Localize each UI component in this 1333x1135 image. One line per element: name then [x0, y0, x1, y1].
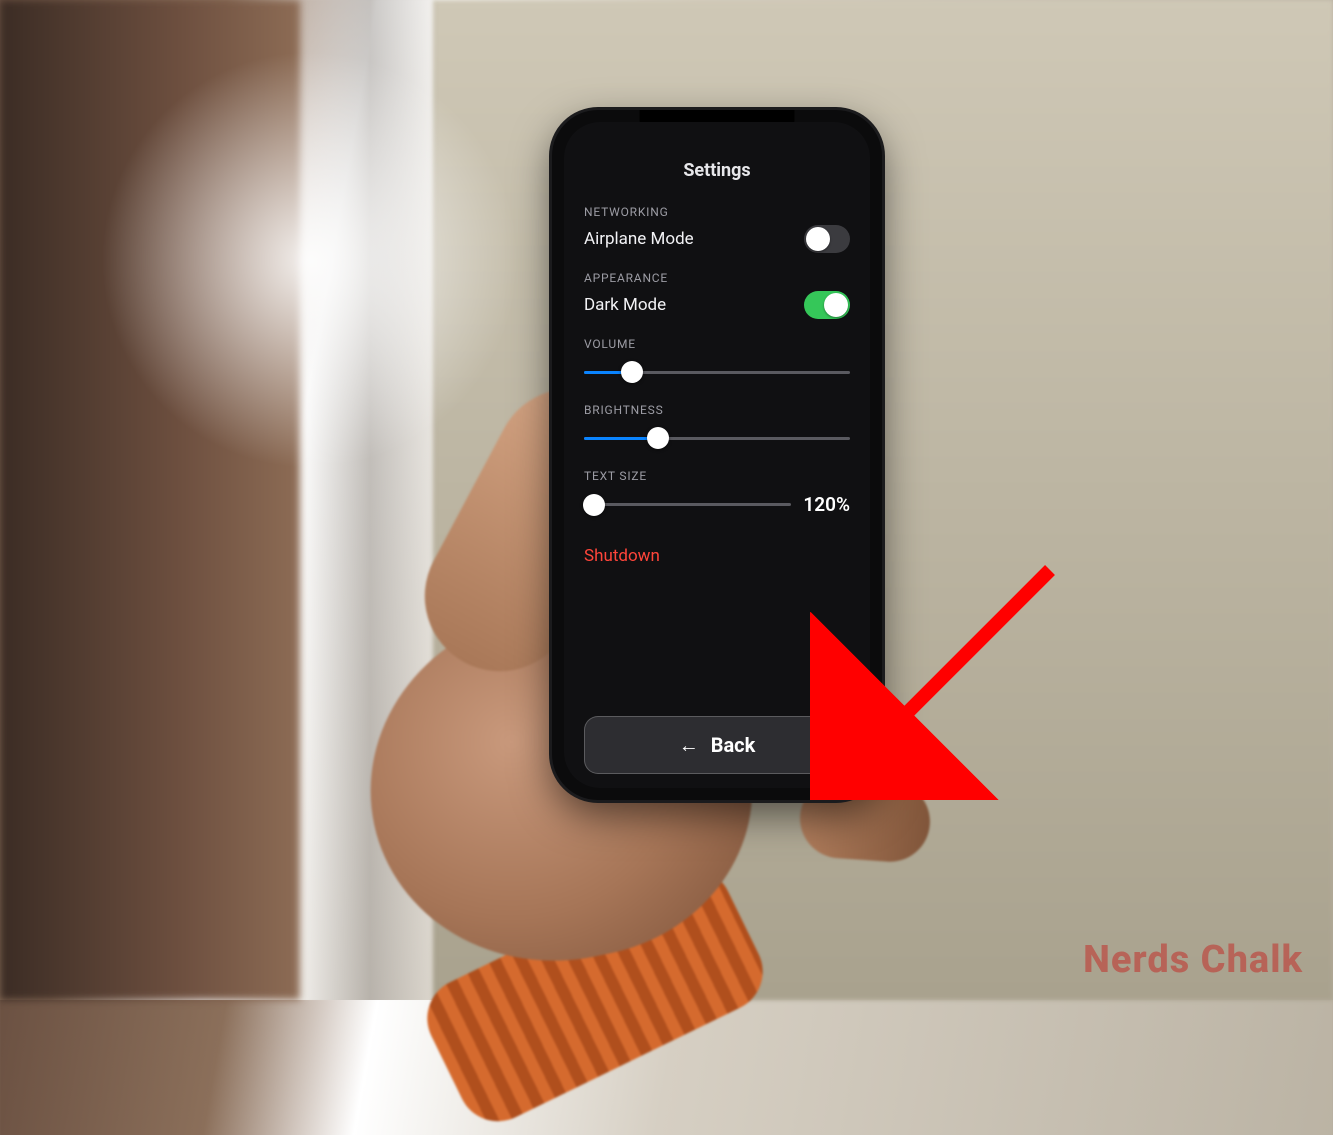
page-title: Settings — [584, 160, 850, 181]
brightness-slider[interactable] — [584, 427, 850, 449]
row-airplane-mode: Airplane Mode — [584, 225, 850, 253]
section-brightness-label: BRIGHTNESS — [584, 403, 850, 417]
watermark-text: Nerds Chalk — [1083, 938, 1303, 982]
row-text-size: 120% — [584, 493, 850, 516]
dark-mode-label: Dark Mode — [584, 295, 666, 315]
row-dark-mode: Dark Mode — [584, 291, 850, 319]
arrow-left-icon: ← — [679, 735, 699, 755]
brightness-slider-thumb[interactable] — [647, 427, 669, 449]
airplane-mode-label: Airplane Mode — [584, 229, 694, 249]
volume-slider-thumb[interactable] — [621, 361, 643, 383]
textsize-slider-thumb[interactable] — [583, 494, 605, 516]
section-textsize-label: TEXT SIZE — [584, 469, 850, 483]
dark-mode-toggle[interactable] — [804, 291, 850, 319]
textsize-value: 120% — [803, 493, 850, 516]
annotation-arrow — [810, 560, 1070, 800]
textsize-slider[interactable] — [584, 494, 791, 516]
volume-slider[interactable] — [584, 361, 850, 383]
section-volume-label: VOLUME — [584, 337, 850, 351]
back-button-label: Back — [711, 733, 756, 757]
toggle-knob — [806, 227, 830, 251]
section-networking-label: NETWORKING — [584, 205, 850, 219]
toggle-knob — [824, 293, 848, 317]
airplane-mode-toggle[interactable] — [804, 225, 850, 253]
section-appearance-label: APPEARANCE — [584, 271, 850, 285]
